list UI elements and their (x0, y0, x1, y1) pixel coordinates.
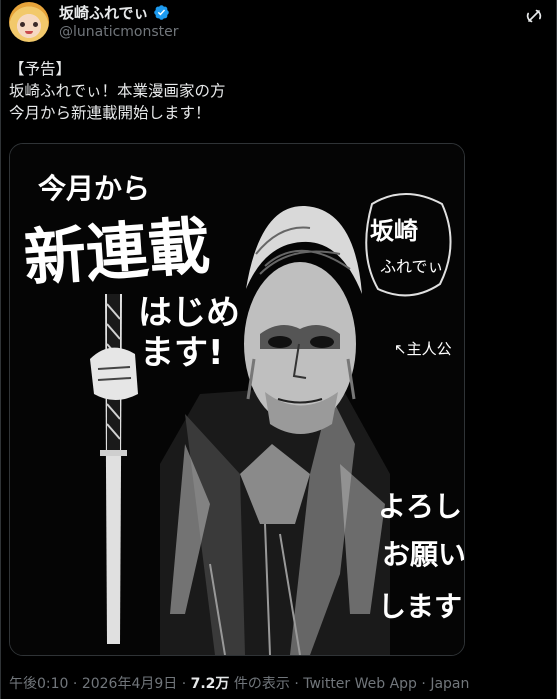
views-label: 件の表示 (233, 676, 290, 692)
tweet-text: 【予告】 坂崎ふれでぃ！本業漫画家の方 今月から新連載開始します！ (9, 58, 226, 124)
tweet-line: 今月から新連載開始します！ (9, 104, 211, 122)
grok-icon[interactable] (524, 6, 544, 26)
art-text-end3: します! (378, 590, 464, 623)
tweet-time[interactable]: 午後0:10 (9, 676, 68, 692)
author-handle[interactable]: @lunaticmonster (59, 23, 179, 41)
tweet-line: 【予告】 (9, 60, 72, 78)
tweet-header: 坂崎ふれでぃ @lunaticmonster (9, 2, 179, 42)
tweet-line: 坂崎ふれでぃ！本業漫画家の方 (9, 82, 226, 100)
name-row: 坂崎ふれでぃ (59, 4, 179, 22)
art-signature-2: ふれでぃ (380, 257, 444, 276)
art-text-end2: お願い (382, 538, 464, 571)
art-text-top: 今月から (38, 172, 150, 205)
views-count: 7.2万 (190, 676, 230, 692)
location: Japan (430, 676, 470, 692)
avatar[interactable] (9, 2, 49, 42)
tweet-date[interactable]: 2026年4月9日 (82, 676, 177, 692)
meta-separator: · (68, 676, 82, 692)
art-signature-1: 坂崎 (370, 217, 418, 245)
tweet-meta: 午後0:10 · 2026年4月9日 · 7.2万 件の表示 · Twitter… (9, 673, 469, 693)
manga-illustration: 今月から 新連載 はじめ ます! 坂崎 ふれでぃ ↖主人公 よろしく お願い し… (10, 144, 464, 655)
meta-separator: · (289, 676, 304, 692)
art-text-sub2: ます! (140, 333, 224, 373)
meta-separator: · (177, 676, 191, 692)
tweet-image[interactable]: 今月から 新連載 はじめ ます! 坂崎 ふれでぃ ↖主人公 よろしく お願い し… (9, 143, 465, 656)
meta-separator: · (416, 676, 431, 692)
verified-badge-icon (153, 5, 169, 20)
art-text-big: 新連載 (22, 209, 213, 295)
art-note: ↖主人公 (394, 340, 452, 358)
tweet: 坂崎ふれでぃ @lunaticmonster 【予告】 坂崎ふれでぃ！本業漫画家… (0, 0, 557, 699)
art-text-sub1: はじめ (138, 293, 240, 333)
author-names: 坂崎ふれでぃ @lunaticmonster (59, 4, 179, 41)
art-text-end1: よろしく (378, 490, 464, 523)
source-app[interactable]: Twitter Web App (303, 676, 417, 692)
display-name[interactable]: 坂崎ふれでぃ (59, 4, 149, 22)
